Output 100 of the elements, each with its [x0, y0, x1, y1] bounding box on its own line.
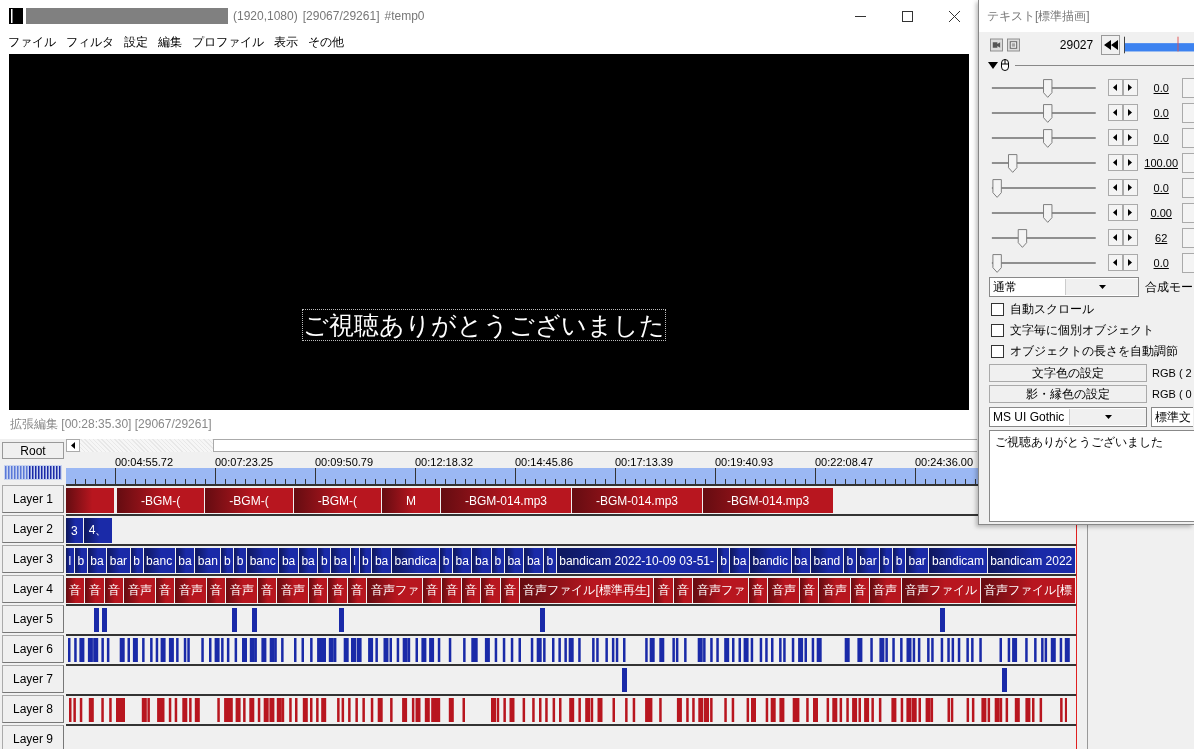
slider[interactable]	[990, 176, 1098, 199]
timeline-clip[interactable]: 音	[328, 578, 348, 603]
timeline-clip[interactable]: M	[382, 488, 441, 513]
timeline-clip[interactable]: bar	[856, 548, 881, 573]
layer-button[interactable]: Layer 9	[2, 725, 64, 749]
decrement-button[interactable]	[1107, 154, 1123, 171]
camera-icon[interactable]	[990, 38, 1003, 52]
blend-mode-dropdown[interactable]: 通常	[989, 277, 1139, 297]
menu-item[interactable]: 表示	[269, 33, 303, 51]
decrement-button[interactable]	[1107, 129, 1123, 146]
timeline-clip[interactable]: 音声	[226, 578, 258, 603]
layer-button[interactable]: Layer 5	[2, 605, 64, 633]
scrollbar-thumb[interactable]	[213, 439, 977, 452]
layer-button[interactable]: Layer 3	[2, 545, 64, 573]
menu-item[interactable]: 編集	[153, 33, 187, 51]
timeline-clip[interactable]: bandicam 2022	[987, 548, 1076, 573]
slider[interactable]	[990, 226, 1098, 249]
decrement-button[interactable]	[1107, 179, 1123, 196]
timeline-clip[interactable]: ba	[524, 548, 544, 573]
timeline-clip[interactable]: b	[440, 548, 453, 573]
timeline-clip[interactable]: banc	[143, 548, 176, 573]
timeline-clip[interactable]: 音声	[768, 578, 800, 603]
color-setting-button[interactable]: 影・縁色の設定	[989, 384, 1147, 403]
timeline-clip[interactable]: l	[350, 548, 360, 573]
timeline-clip[interactable]: banc	[247, 548, 280, 573]
decrement-button[interactable]	[1107, 204, 1123, 221]
timeline-clip[interactable]: -BGM-014.mp3	[703, 488, 835, 513]
layer-button[interactable]: Layer 2	[2, 515, 64, 543]
timeline-clip[interactable]: 音	[654, 578, 674, 603]
timeline-clip[interactable]: -BGM-014.mp3	[441, 488, 572, 513]
slider[interactable]	[990, 151, 1098, 174]
timeline-clip[interactable]: ba	[730, 548, 750, 573]
decrement-button[interactable]	[1107, 254, 1123, 271]
timeline-clip[interactable]: 3	[66, 518, 84, 543]
slider[interactable]	[990, 251, 1098, 274]
value-text[interactable]: 0.0	[1140, 106, 1182, 119]
style-dropdown[interactable]: 標準文	[1151, 407, 1193, 427]
slider[interactable]	[990, 201, 1098, 224]
timeline-clip[interactable]: ba	[372, 548, 392, 573]
checkbox[interactable]	[991, 345, 1004, 358]
timeline-clip[interactable]: 音声ファイル[標準再生]	[520, 578, 655, 603]
timeline-clip[interactable]: 音声ファ	[367, 578, 423, 603]
decrement-button[interactable]	[1107, 104, 1123, 121]
root-button[interactable]: Root	[2, 442, 64, 459]
timeline-clip[interactable]: b	[880, 548, 894, 573]
slider[interactable]	[990, 76, 1098, 99]
expand-icon[interactable]	[988, 61, 998, 69]
color-setting-button[interactable]: 文字色の設定	[989, 363, 1147, 382]
menu-item[interactable]: 設定	[119, 33, 153, 51]
value-text[interactable]: 0.0	[1140, 131, 1182, 144]
timeline-clip[interactable]: -BGM-(	[205, 488, 294, 513]
checkbox[interactable]	[991, 324, 1004, 337]
timeline-clip[interactable]: 音	[481, 578, 501, 603]
timeline-clip[interactable]: l	[66, 548, 75, 573]
menu-item[interactable]: プロファイル	[187, 33, 269, 51]
timeline-clip[interactable]: 音	[66, 578, 86, 603]
value-text[interactable]: 0.00	[1140, 206, 1182, 219]
timeline-clip[interactable]: ba	[331, 548, 351, 573]
timeline-clip[interactable]: b	[318, 548, 332, 573]
checkbox[interactable]	[991, 303, 1004, 316]
timeline-clip[interactable]: ba	[472, 548, 492, 573]
timeline-clip[interactable]: ba	[279, 548, 299, 573]
value-text[interactable]: 100.00	[1140, 156, 1182, 169]
timeline-clip[interactable]: bandicam	[929, 548, 988, 573]
slider[interactable]	[990, 126, 1098, 149]
value-text[interactable]: 62	[1140, 231, 1182, 244]
timeline-clip[interactable]: 音声ファイル	[901, 578, 982, 603]
timeline-clip[interactable]: bar	[107, 548, 131, 573]
timeline-clip[interactable]: band	[811, 548, 844, 573]
timeline-clip[interactable]: -BGM-(	[293, 488, 382, 513]
timeline-clip[interactable]: -BGM-(	[117, 488, 206, 513]
font-dropdown[interactable]: MS UI Gothic	[989, 407, 1147, 427]
decrement-button[interactable]	[1107, 79, 1123, 96]
slider[interactable]	[990, 101, 1098, 124]
menu-item[interactable]: その他	[303, 33, 349, 51]
timeline-clip[interactable]: 音声	[175, 578, 207, 603]
timeline-clip[interactable]	[66, 488, 115, 513]
timeline-clip[interactable]: b	[221, 548, 235, 573]
value-text[interactable]: 0.0	[1140, 256, 1182, 269]
timeline-clip[interactable]: 音声	[277, 578, 309, 603]
document-icon[interactable]	[1006, 38, 1020, 52]
timeline-clip[interactable]: bar	[905, 548, 930, 573]
text-input[interactable]: ご視聴ありがとうございました	[989, 430, 1194, 522]
decrement-button[interactable]	[1107, 229, 1123, 246]
timeline-clip[interactable]: 音	[442, 578, 462, 603]
timeline-clip[interactable]: bandicam 2022-10-09 03-51-	[556, 548, 718, 573]
timeline-clip[interactable]: 音声	[124, 578, 156, 603]
layer-button[interactable]: Layer 4	[2, 575, 64, 603]
timeline-clip[interactable]: 音声ファ	[693, 578, 749, 603]
layer-button[interactable]: Layer 1	[2, 485, 64, 513]
menu-item[interactable]: フィルタ	[61, 33, 119, 51]
timeline-clip[interactable]: 音声	[819, 578, 851, 603]
timeline-clip[interactable]: b	[893, 548, 906, 573]
timeline-clip[interactable]: 4、	[83, 518, 114, 543]
timeline-clip[interactable]: 音声ファイル[標	[981, 578, 1077, 603]
timeline-clip[interactable]: 音	[85, 578, 105, 603]
scroll-left-button[interactable]	[66, 439, 80, 452]
layer-button[interactable]: Layer 6	[2, 635, 64, 663]
layer-button[interactable]: Layer 8	[2, 695, 64, 723]
timeline-clip[interactable]: ban	[195, 548, 222, 573]
